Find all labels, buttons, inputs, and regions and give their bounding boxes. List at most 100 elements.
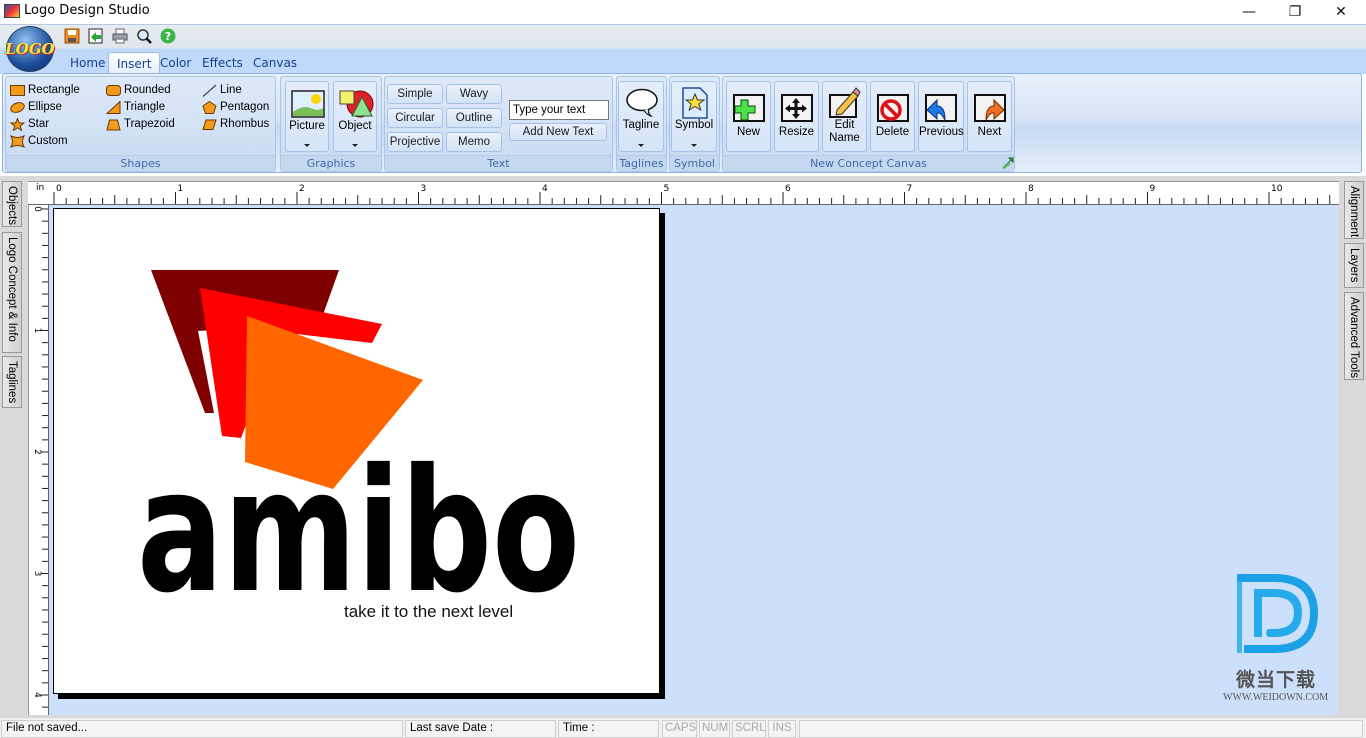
add-new-text-button[interactable]: Add New Text [509,123,607,141]
rectangle-label: Rectangle [28,84,80,96]
edit-name-button[interactable]: Edit Name [822,81,867,152]
side-tab-alignment[interactable]: Alignment [1344,181,1364,239]
tab-effects[interactable]: Effects [194,52,251,74]
object-label: Object [338,120,372,132]
simple-text-button[interactable]: Simple [387,84,443,104]
picture-icon [291,90,325,118]
star-shape-button[interactable]: Star [10,116,49,132]
tab-color[interactable]: Color [152,52,199,74]
rhombus-shape-button[interactable]: Rhombus [202,116,269,132]
side-tab-layers-label: Layers [1348,248,1360,283]
object-icon [339,90,374,118]
next-canvas-button[interactable]: Next [967,81,1012,152]
printer-icon [112,28,128,44]
rhombus-label: Rhombus [220,118,270,130]
arrow-back-icon [925,94,957,122]
app-menu-button[interactable]: LOGO [5,26,55,72]
tab-home[interactable]: Home [62,52,113,74]
delete-canvas-button[interactable]: Delete [870,81,915,152]
trapezoid-label: Trapezoid [124,118,175,130]
ruler-label: 8 [1028,184,1034,194]
projective-text-button[interactable]: Projective [387,132,443,152]
design-canvas-area[interactable]: amibo take it to the next level 微当下载 WWW… [49,205,1338,715]
new-canvas-button[interactable]: New [726,81,771,152]
logo-artwork[interactable]: amibo [54,209,661,695]
print-preview-button[interactable] [136,28,152,44]
move-arrows-icon [781,94,813,122]
side-tab-objects[interactable]: Objects [2,181,22,227]
close-button[interactable]: ✕ [1318,0,1364,24]
rounded-rectangle-icon [106,84,121,96]
logo-document-page[interactable]: amibo take it to the next level [53,208,660,694]
print-button[interactable] [112,28,128,44]
wavy-text-button[interactable]: Wavy [446,84,502,104]
ellipse-shape-button[interactable]: Ellipse [10,99,62,115]
object-button[interactable]: Object [333,81,377,152]
pentagon-shape-button[interactable]: Pentagon [202,99,269,115]
circular-text-button[interactable]: Circular [387,108,443,128]
new-label: New [736,126,760,138]
ruler-label: 0 [56,184,62,194]
side-tab-logo-concept-info[interactable]: Logo Concept & Info [2,232,22,353]
rectangle-icon [10,84,25,96]
text-group-label: Text [385,155,612,171]
weidown-watermark-logo [1237,574,1318,653]
ruler-label: 6 [785,184,791,194]
minimize-button[interactable]: — [1226,0,1272,24]
taglines-group-label: Taglines [617,155,666,171]
restore-button[interactable]: ❐ [1272,0,1318,24]
close-icon: ✕ [1335,4,1347,20]
side-tab-advanced-tools[interactable]: Advanced Tools [1344,292,1364,380]
memo-text-button[interactable]: Memo [446,132,502,152]
ruler-label: 0 [32,206,42,212]
side-tab-objects-label: Objects [6,186,18,225]
picture-dropdown-icon [304,144,310,147]
horizontal-ruler-ticks: 0 1 2 3 4 5 6 7 8 9 10 [53,184,1331,204]
tagline-button[interactable]: Tagline [618,81,664,152]
ruler-label: 4 [32,692,42,698]
ruler-label: 2 [299,184,305,194]
triangle-shape-button[interactable]: Triangle [106,99,165,115]
tab-canvas[interactable]: Canvas [245,52,305,74]
app-icon [4,4,20,18]
picture-label: Picture [289,120,325,132]
picture-button[interactable]: Picture [285,81,329,152]
scroll-lock-indicator: SCRL [732,720,766,738]
line-shape-button[interactable]: Line [202,82,242,98]
vertical-ruler-ticks: 0 1 2 3 4 [32,206,48,708]
custom-shape-button[interactable]: Custom [10,133,68,149]
triangle-label: Triangle [124,101,166,113]
outline-text-button[interactable]: Outline [446,108,502,128]
trapezoid-shape-button[interactable]: Trapezoid [106,116,175,132]
ruler-label: 1 [178,184,184,194]
previous-canvas-button[interactable]: Previous [918,81,964,152]
last-save-date: Last save Date : [405,720,556,738]
side-tab-taglines[interactable]: Taglines [2,356,22,408]
save-as-button[interactable] [88,28,104,44]
minimize-icon: — [1242,4,1256,20]
star-label: Star [28,118,50,130]
symbol-button[interactable]: Symbol [671,81,717,152]
ruler-label: 3 [32,571,42,577]
file-status: File not saved... [1,720,403,738]
resize-canvas-button[interactable]: Resize [774,81,819,152]
save-button[interactable] [64,28,80,44]
rectangle-shape-button[interactable]: Rectangle [10,82,80,98]
side-tab-logo-concept-info-label: Logo Concept & Info [6,237,18,342]
object-dropdown-icon [352,144,358,147]
svg-text:?: ? [165,30,171,43]
dialog-launcher-icon[interactable] [1001,157,1015,170]
side-tab-layers[interactable]: Layers [1344,243,1364,288]
num-lock-indicator: NUM [699,720,730,738]
help-button[interactable]: ? [160,28,176,44]
edit-name-label: Edit Name [829,119,860,144]
rounded-shape-button[interactable]: Rounded [106,82,171,98]
text-input[interactable] [509,100,609,120]
logo-tagline[interactable]: take it to the next level [344,602,513,622]
no-sign-icon [877,94,909,122]
vertical-ruler: 0 1 2 3 4 [28,205,49,715]
triangle-icon [106,100,121,114]
watermark-url-text: WWW.WEIDOWN.COM [1223,692,1329,703]
side-tab-taglines-label: Taglines [6,361,18,404]
save-time: Time : [558,720,659,738]
